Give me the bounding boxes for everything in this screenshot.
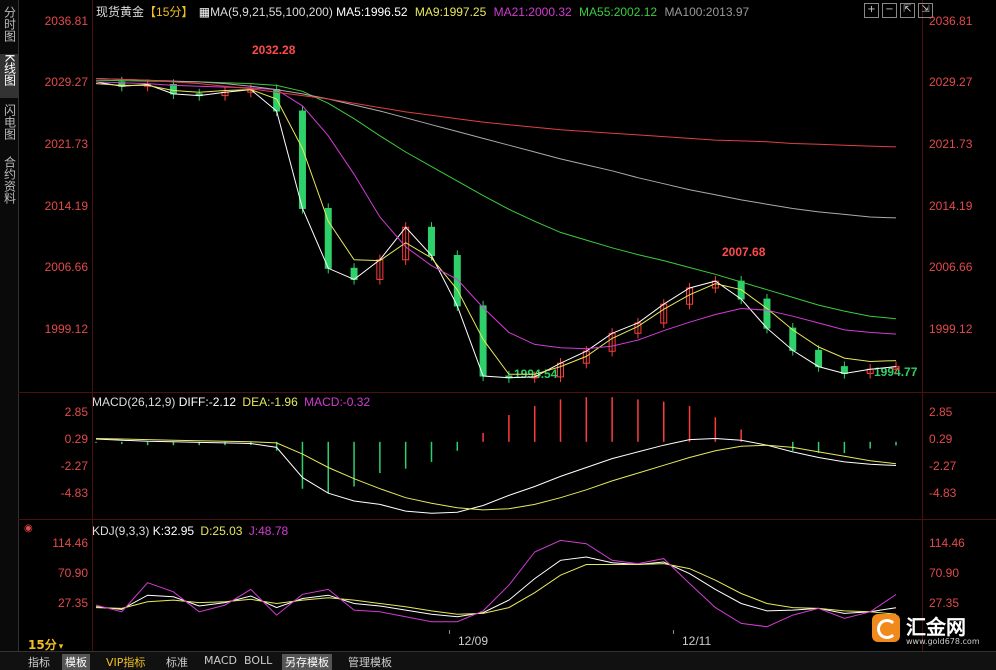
tab-vip-indicators[interactable]: VIP指标 bbox=[106, 654, 145, 670]
logo-brand-text: 汇金网 bbox=[906, 615, 966, 639]
macd-dea-line bbox=[95, 438, 897, 511]
ma-line-ma100 bbox=[95, 78, 897, 219]
tab-standard[interactable]: 标准 bbox=[166, 654, 188, 670]
logo-url-text: www.gold678.com bbox=[906, 637, 980, 646]
manage-templates-button[interactable]: 管理模板 bbox=[348, 654, 392, 670]
candle-down bbox=[815, 349, 823, 368]
candle-down bbox=[427, 226, 435, 256]
ma-line-ma200 bbox=[95, 78, 897, 148]
logo-ring-icon bbox=[877, 619, 897, 639]
candle-down bbox=[479, 305, 487, 377]
chart-canvas[interactable] bbox=[0, 0, 996, 651]
ma-line-ma5 bbox=[95, 81, 897, 379]
candle-down bbox=[324, 207, 332, 269]
macd-diff-line bbox=[95, 437, 897, 514]
candle-down bbox=[763, 298, 771, 329]
candle-down bbox=[298, 110, 306, 209]
ma-line-ma9 bbox=[95, 83, 897, 375]
logo-mark-icon bbox=[872, 614, 900, 642]
tab-indicators[interactable]: 指标 bbox=[28, 654, 50, 670]
save-template-button[interactable]: 另存模板 bbox=[282, 654, 332, 670]
bottom-toolbar: 指标 模板 VIP指标 标准 MACD BOLL 另存模板 管理模板 bbox=[0, 651, 996, 670]
ma-line-ma21 bbox=[95, 81, 897, 350]
kdj-j-line bbox=[95, 539, 897, 628]
candle-down bbox=[453, 254, 461, 307]
tab-boll[interactable]: BOLL bbox=[244, 654, 272, 667]
tab-macd[interactable]: MACD bbox=[204, 654, 237, 667]
ma-line-ma55 bbox=[95, 79, 897, 320]
gold678-logo: 汇金网 www.gold678.com bbox=[872, 611, 982, 647]
tab-templates[interactable]: 模板 bbox=[62, 654, 90, 670]
